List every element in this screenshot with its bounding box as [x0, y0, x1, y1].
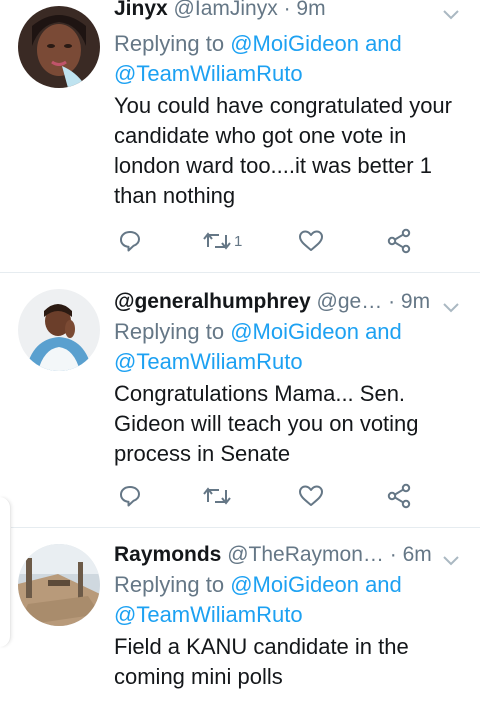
- separator-dot: ·: [388, 290, 396, 313]
- and-text: and: [365, 319, 402, 344]
- replying-to-label: Replying to: [114, 31, 225, 56]
- reply-icon: [118, 229, 142, 253]
- avatar[interactable]: [18, 6, 100, 88]
- tweet-text: Field a KANU candidate in the coming min…: [114, 634, 409, 689]
- retweet-icon: [202, 229, 232, 253]
- avatar[interactable]: [18, 289, 100, 371]
- tweet-header: @generalhumphrey @ge… · 9m: [114, 287, 466, 317]
- replying-to: Replying to @MoiGideon and @TeamWiliamRu…: [114, 570, 466, 630]
- like-button[interactable]: [298, 481, 324, 511]
- tweet-text: You could have congratulated your candid…: [114, 93, 452, 208]
- and-text: and: [365, 572, 402, 597]
- mention-link[interactable]: @TeamWiliamRuto: [114, 602, 303, 627]
- reply-button[interactable]: [118, 226, 142, 256]
- display-name[interactable]: @generalhumphrey: [114, 290, 311, 313]
- tweet-1[interactable]: Jinyx @IamJinyx · 9m Replying to @MoiGid…: [0, 0, 480, 270]
- share-button[interactable]: [386, 226, 412, 256]
- tweet-3[interactable]: Raymonds @TheRaymon… · 6m Replying to @M…: [0, 528, 480, 701]
- tweet-header: Jinyx @IamJinyx · 9m: [114, 0, 466, 24]
- reply-button[interactable]: [118, 481, 142, 511]
- user-handle[interactable]: @ge…: [317, 290, 383, 313]
- reply-icon: [118, 484, 142, 508]
- retweet-count: 1: [234, 232, 243, 250]
- share-icon: [386, 228, 412, 254]
- tweet-text: Congratulations Mama... Sen. Gideon will…: [114, 381, 419, 466]
- replying-to-label: Replying to: [114, 319, 225, 344]
- chevron-down-icon[interactable]: [442, 546, 460, 576]
- avatar[interactable]: [18, 544, 100, 626]
- mention-link[interactable]: @MoiGideon: [230, 31, 359, 56]
- display-name[interactable]: Raymonds: [114, 543, 221, 566]
- chevron-down-icon[interactable]: [442, 293, 460, 323]
- display-name[interactable]: Jinyx: [114, 0, 168, 20]
- tweet-header: Raymonds @TheRaymon… · 6m: [114, 540, 466, 570]
- replying-to: Replying to @MoiGideon and @TeamWiliamRu…: [114, 317, 466, 377]
- retweet-button[interactable]: 1: [202, 226, 242, 256]
- like-button[interactable]: [298, 226, 324, 256]
- separator-dot: ·: [283, 0, 291, 20]
- retweet-button[interactable]: [202, 481, 234, 511]
- replying-to: Replying to @MoiGideon and @TeamWiliamRu…: [114, 29, 466, 89]
- share-icon: [386, 483, 412, 509]
- timestamp[interactable]: 6m: [403, 543, 432, 566]
- user-handle[interactable]: @TheRaymon…: [227, 543, 384, 566]
- timestamp[interactable]: 9m: [401, 290, 430, 313]
- chevron-down-icon[interactable]: [442, 0, 460, 30]
- tweet-2[interactable]: @generalhumphrey @ge… · 9m Replying to @…: [0, 273, 480, 526]
- share-button[interactable]: [386, 481, 412, 511]
- mention-link[interactable]: @TeamWiliamRuto: [114, 61, 303, 86]
- mention-link[interactable]: @TeamWiliamRuto: [114, 349, 303, 374]
- mention-link[interactable]: @MoiGideon: [230, 319, 359, 344]
- tweet-actions: [0, 481, 480, 511]
- mention-link[interactable]: @MoiGideon: [230, 572, 359, 597]
- and-text: and: [365, 31, 402, 56]
- tweet-actions: 1: [0, 226, 480, 256]
- user-handle[interactable]: @IamJinyx: [174, 0, 278, 20]
- retweet-icon: [202, 484, 232, 508]
- like-icon: [298, 229, 324, 253]
- replying-to-label: Replying to: [114, 572, 225, 597]
- like-icon: [298, 484, 324, 508]
- separator-dot: ·: [389, 543, 397, 566]
- timestamp[interactable]: 9m: [296, 0, 325, 20]
